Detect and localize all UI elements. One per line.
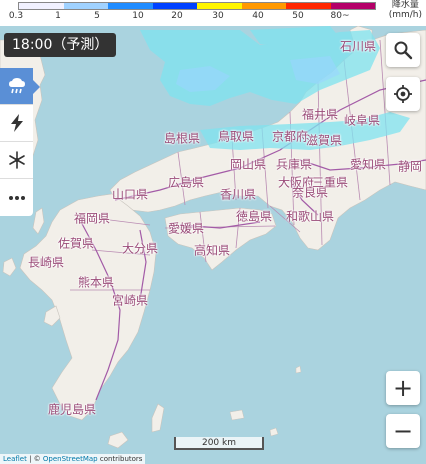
legend-swatch — [108, 3, 153, 9]
legend-tick: 20 — [171, 11, 183, 21]
rain-layer-button[interactable] — [0, 68, 33, 105]
legend-tick: 1 — [55, 11, 61, 21]
small-island — [229, 409, 245, 421]
pref-label-saga: 佐賀県 — [57, 236, 95, 251]
pref-label-kochi: 高知県 — [193, 243, 231, 258]
pref-label-hiroshima: 広島県 — [167, 175, 205, 190]
legend-tick: 30 — [212, 11, 224, 21]
lightning-icon — [10, 114, 23, 132]
pref-label-shiga: 滋賀県 — [305, 133, 343, 148]
legend-swatch — [241, 3, 286, 9]
pref-label-fukuoka: 福岡県 — [73, 211, 111, 226]
pref-label-kagoshima: 鹿児島県 — [47, 402, 97, 417]
legend-tick: 50 — [292, 11, 304, 21]
rain-icon — [8, 78, 25, 94]
active-layer-pointer — [33, 80, 40, 94]
legend-swatch — [197, 3, 242, 9]
zoom-out-label: − — [392, 417, 414, 445]
pref-label-kagawa: 香川県 — [219, 187, 257, 202]
pref-label-shizuoka: 静岡 — [397, 159, 423, 174]
pref-label-ehime: 愛媛県 — [167, 221, 205, 236]
legend-tick: 0.3 — [8, 11, 24, 21]
pref-label-yamaguchi: 山口県 — [111, 187, 149, 202]
locate-icon — [394, 85, 412, 103]
pref-label-tokushima: 徳島県 — [235, 209, 273, 224]
pref-label-ishikawa: 石川県 — [339, 39, 377, 54]
pref-label-kumamoto: 熊本県 — [77, 275, 115, 290]
locate-button[interactable] — [386, 77, 420, 111]
search-button[interactable] — [386, 33, 420, 67]
legend-unit-value: (mm/h) — [388, 10, 422, 20]
leaflet-link[interactable]: Leaflet — [3, 455, 27, 463]
pref-label-hyogo: 兵庫県 — [275, 157, 313, 172]
more-layers-button[interactable] — [0, 179, 33, 216]
zoom-in-label: + — [392, 374, 414, 402]
attribution-contributors: contributors — [97, 455, 143, 463]
legend-ticks: 0.3 1 5 10 20 30 40 50 80~ — [0, 10, 380, 24]
pref-label-shimane: 島根県 — [163, 131, 201, 146]
zoom-in-button[interactable]: + — [386, 371, 420, 405]
search-icon — [394, 41, 413, 60]
legend-swatch — [286, 3, 331, 9]
legend-tick: 10 — [132, 11, 144, 21]
zoom-out-button[interactable]: − — [386, 414, 420, 448]
forecast-time-badge[interactable]: 18:00（予測） — [4, 33, 117, 57]
legend-unit-title: 降水量 — [391, 0, 419, 10]
pref-label-kyoto: 京都府 — [271, 129, 309, 144]
legend-swatch — [330, 3, 375, 9]
pref-label-miyazaki: 宮崎県 — [111, 293, 149, 308]
osm-link[interactable]: OpenStreetMap — [43, 455, 98, 463]
map-attribution: Leaflet | © OpenStreetMap contributors — [0, 454, 146, 464]
legend-swatch — [152, 3, 197, 9]
more-icon — [8, 195, 25, 200]
scale-bar: 200 km — [174, 437, 264, 450]
pref-label-oita: 大分県 — [121, 241, 159, 256]
pref-label-wakayama: 和歌山県 — [285, 209, 335, 224]
legend-swatch — [19, 3, 64, 9]
layer-toolbar — [0, 68, 40, 216]
pref-label-mie: 三重県 — [311, 175, 349, 190]
legend-tick: 80~ — [330, 11, 350, 21]
lightning-layer-button[interactable] — [0, 105, 33, 142]
pref-label-gifu: 岐阜県 — [343, 113, 381, 128]
legend-swatch — [63, 3, 108, 9]
basemap — [0, 0, 426, 464]
pref-label-okayama: 岡山県 — [229, 157, 267, 172]
legend-color-scale — [18, 2, 376, 10]
legend-tick: 5 — [94, 11, 100, 21]
pref-label-aichi: 愛知県 — [349, 157, 387, 172]
pref-label-fukui: 福井県 — [301, 107, 339, 122]
pref-label-nagasaki: 長崎県 — [27, 255, 65, 270]
pref-label-tottori: 鳥取県 — [217, 129, 255, 144]
map-canvas[interactable] — [0, 0, 426, 464]
snow-icon — [8, 151, 25, 169]
legend-tick: 40 — [252, 11, 264, 21]
snow-layer-button[interactable] — [0, 142, 33, 179]
attribution-separator: | © — [26, 455, 43, 463]
precipitation-legend: 0.3 1 5 10 20 30 40 50 80~ 降水量 (mm/h) — [0, 0, 426, 26]
legend-unit: 降水量 (mm/h) — [389, 0, 422, 20]
